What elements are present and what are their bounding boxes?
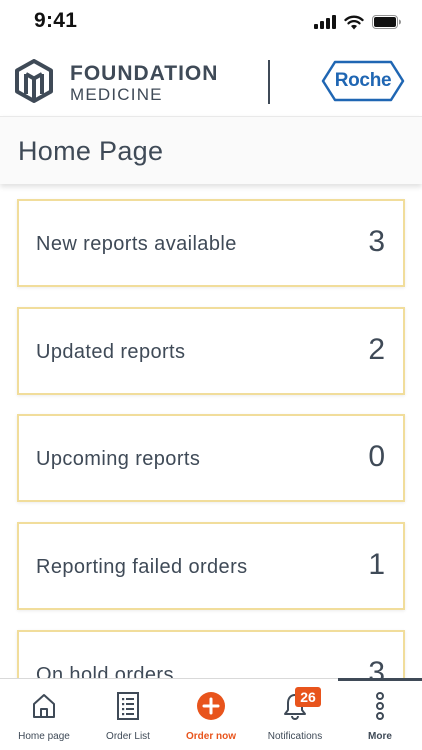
card-label: On hold orders xyxy=(36,664,174,678)
card-upcoming-reports[interactable]: Upcoming reports 0 xyxy=(17,414,405,502)
card-reporting-failed-orders[interactable]: Reporting failed orders 1 xyxy=(17,522,405,610)
card-label: New reports available xyxy=(36,233,237,255)
card-label: Upcoming reports xyxy=(36,448,201,470)
tab-order-list[interactable]: Order List xyxy=(86,679,170,750)
company-name-line2: MEDICINE xyxy=(70,85,163,104)
brand-header: FOUNDATION MEDICINE Roche xyxy=(0,44,422,116)
wifi-icon xyxy=(344,15,364,29)
notification-count-badge: 26 xyxy=(295,687,321,707)
card-new-reports[interactable]: New reports available 3 xyxy=(17,199,405,287)
tab-order-now[interactable]: Order now xyxy=(169,679,253,750)
foundation-medicine-logo-icon xyxy=(15,59,53,103)
home-icon xyxy=(33,694,55,718)
tab-label: Order now xyxy=(185,731,236,742)
tab-label: Order List xyxy=(106,731,150,742)
tab-notifications[interactable]: 26 Notifications xyxy=(253,679,337,750)
summary-card-list[interactable]: New reports available 3 Updated reports … xyxy=(0,184,422,678)
page-title: Home Page xyxy=(18,136,164,166)
title-bar: Home Page xyxy=(0,116,422,184)
status-bar: 9:41 xyxy=(0,0,422,44)
plus-circle-icon xyxy=(197,692,225,720)
card-label: Updated reports xyxy=(36,341,186,363)
card-count: 2 xyxy=(368,333,385,366)
partner-logo-text: Roche xyxy=(334,70,392,91)
list-icon xyxy=(117,692,139,720)
battery-icon xyxy=(372,15,401,29)
company-name-line1: FOUNDATION xyxy=(70,62,219,85)
tab-label: Notifications xyxy=(267,731,323,742)
card-count: 1 xyxy=(368,548,385,581)
header-divider xyxy=(268,60,270,104)
tab-more[interactable]: More xyxy=(338,679,422,750)
bottom-tab-bar: Home page Order List Order now 26 Notifi… xyxy=(0,678,422,750)
card-updated-reports[interactable]: Updated reports 2 xyxy=(17,307,405,395)
card-count: 3 xyxy=(368,225,385,258)
status-icons xyxy=(314,12,402,32)
card-count: 3 xyxy=(368,656,385,678)
tab-label: More xyxy=(368,731,392,742)
tab-label: Home page xyxy=(18,731,70,742)
card-label: Reporting failed orders xyxy=(36,556,248,578)
cellular-signal-icon xyxy=(314,15,336,29)
card-on-hold-orders[interactable]: On hold orders 3 xyxy=(17,630,405,678)
more-vertical-icon xyxy=(376,692,384,720)
status-time: 9:41 xyxy=(34,9,78,32)
card-count: 0 xyxy=(368,440,385,473)
tab-home-page[interactable]: Home page xyxy=(2,679,86,750)
